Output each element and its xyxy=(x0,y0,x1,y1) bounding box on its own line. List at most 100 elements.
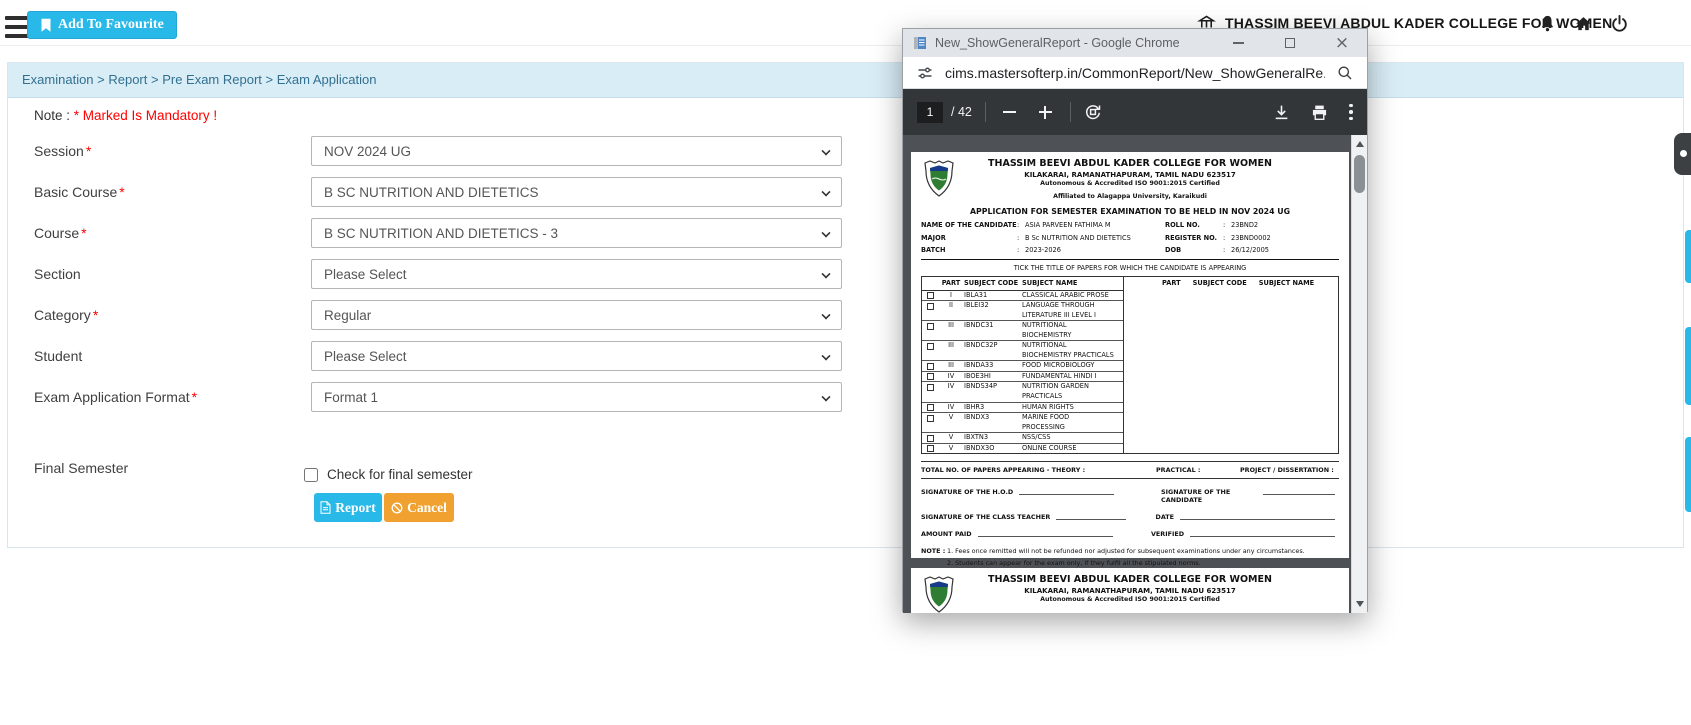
chevron-down-icon xyxy=(821,269,830,278)
college-crest-logo xyxy=(922,575,956,613)
close-button[interactable]: × xyxy=(1327,32,1357,54)
final-semester-checkbox-label: Check for final semester xyxy=(327,467,473,482)
zoom-out-icon[interactable] xyxy=(999,101,1021,123)
subject-row: I IBLA31 CLASSICAL ARABIC PROSE xyxy=(922,291,1123,302)
popup-title-bar[interactable]: New_ShowGeneralReport - Google Chrome × xyxy=(903,29,1367,57)
chevron-down-icon xyxy=(821,392,830,401)
pdf-page-1: THASSIM BEEVI ABDUL KADER COLLEGE FOR WO… xyxy=(911,152,1349,558)
subject-row: V IBNDX3 MARINE FOOD PROCESSING xyxy=(922,413,1123,433)
subject-checkbox xyxy=(927,384,934,391)
scrollbar-thumb xyxy=(1354,155,1365,193)
subject-checkbox xyxy=(927,415,934,422)
signature-row: SIGNATURE OF THE H.O.D SIGNATURE OF THE … xyxy=(921,488,1339,504)
maximize-button[interactable] xyxy=(1275,32,1305,54)
pdf-note-line2: 2. Students can appear for the exam only… xyxy=(947,559,1339,567)
pdf-viewer: THASSIM BEEVI ABDUL KADER COLLEGE FOR WO… xyxy=(903,135,1367,613)
pdf-affiliation: Affiliated to Alagappa University, Karai… xyxy=(921,193,1339,200)
subject-checkbox xyxy=(927,323,934,330)
signature-row: SIGNATURE OF THE CLASS TEACHER DATE xyxy=(921,513,1339,521)
exam-application-panel: Examination > Report > Pre Exam Report >… xyxy=(7,62,1684,548)
final-semester-checkbox[interactable] xyxy=(304,468,318,482)
subject-row: IV IBOE3HI FUNDAMENTAL HINDI I xyxy=(922,372,1123,383)
home-icon[interactable] xyxy=(1574,0,1593,46)
notifications-bell-icon[interactable] xyxy=(1538,0,1557,46)
subject-row: IV IBHR3 HUMAN RIGHTS xyxy=(922,403,1123,414)
chevron-down-icon xyxy=(821,187,830,196)
subject-checkbox xyxy=(927,303,934,310)
floating-side-widget[interactable] xyxy=(1674,133,1691,175)
subject-row: III IBNDA33 FOOD MICROBIOLOGY xyxy=(922,361,1123,372)
course-select[interactable]: B SC NUTRITION AND DIETETICS - 3 xyxy=(311,218,842,248)
subject-checkbox xyxy=(927,292,934,299)
pdf-college-address: KILAKARAI, RAMANATHAPURAM, TAMIL NADU 62… xyxy=(921,587,1339,595)
power-logout-icon[interactable] xyxy=(1610,0,1629,46)
pdf-scrollbar[interactable] xyxy=(1351,135,1367,613)
pdf-accreditation: Autonomous & Accredited ISO 9001:2015 Ce… xyxy=(921,596,1339,603)
subject-checkbox xyxy=(927,435,934,442)
minimize-button[interactable] xyxy=(1223,32,1253,54)
college-crest-logo xyxy=(922,159,956,199)
report-button[interactable]: Report xyxy=(314,493,382,522)
section-select[interactable]: Please Select xyxy=(311,259,842,289)
subject-row: III IBNDC31 NUTRITIONAL BIOCHEMISTRY xyxy=(922,321,1123,341)
pdf-college-name: THASSIM BEEVI ABDUL KADER COLLEGE FOR WO… xyxy=(921,158,1339,169)
subject-checkbox xyxy=(927,445,934,452)
rotate-icon[interactable] xyxy=(1084,103,1102,121)
subject-row: IV IBNDS34P NUTRITION GARDEN PRACTICALS xyxy=(922,382,1123,402)
category-label: Category* xyxy=(34,307,98,323)
totals-row: TOTAL NO. OF PAPERS APPEARING - THEORY :… xyxy=(921,461,1339,479)
pdf-page-2: THASSIM BEEVI ABDUL KADER COLLEGE FOR WO… xyxy=(911,568,1349,613)
subject-row: V IBNDX3O ONLINE COURSE xyxy=(922,444,1123,454)
bookmark-icon xyxy=(40,18,52,33)
popup-url: cims.mastersofterp.in/CommonReport/New_S… xyxy=(945,65,1325,81)
subjects-table: PART SUBJECT CODE SUBJECT NAME I IBLA31 … xyxy=(921,276,1339,454)
tick-instruction: TICK THE TITLE OF PAPERS FOR WHICH THE C… xyxy=(921,264,1339,272)
pdf-note-line1: NOTE : 1. Fees once remitted will not be… xyxy=(921,547,1339,555)
pdf-application-title: APPLICATION FOR SEMESTER EXAMINATION TO … xyxy=(921,207,1339,216)
exam-application-format-label: Exam Application Format* xyxy=(34,389,197,405)
category-select[interactable]: Regular xyxy=(311,300,842,330)
add-to-favourite-button[interactable]: Add To Favourite xyxy=(27,11,177,39)
floating-quick-tab[interactable] xyxy=(1685,230,1691,283)
scroll-down-icon xyxy=(1356,601,1364,607)
add-to-favourite-label: Add To Favourite xyxy=(58,17,164,33)
zoom-in-icon[interactable] xyxy=(1035,101,1057,123)
chevron-down-icon xyxy=(821,146,830,155)
print-icon[interactable] xyxy=(1311,104,1328,121)
subject-checkbox xyxy=(927,404,934,411)
session-label: Session* xyxy=(34,143,91,159)
basic-course-select[interactable]: B SC NUTRITION AND DIETETICS xyxy=(311,177,842,207)
cancel-button[interactable]: Cancel xyxy=(384,493,454,522)
pdf-accreditation: Autonomous & Accredited ISO 9001:2015 Ce… xyxy=(921,180,1339,187)
subject-checkbox xyxy=(927,373,934,380)
chevron-down-icon xyxy=(821,228,830,237)
basic-course-label: Basic Course* xyxy=(34,184,125,200)
final-semester-label: Final Semester xyxy=(34,460,128,476)
tune-icon[interactable] xyxy=(917,65,933,81)
signature-row: AMOUNT PAID VERIFIED xyxy=(921,530,1339,538)
report-file-icon xyxy=(320,501,331,514)
floating-quick-tab[interactable] xyxy=(1685,327,1691,405)
download-icon[interactable] xyxy=(1273,104,1290,121)
floating-quick-tab[interactable] xyxy=(1685,437,1691,512)
student-select[interactable]: Please Select xyxy=(311,341,842,371)
pdf-page-number-input[interactable]: 1 xyxy=(917,102,943,123)
popup-window-title: New_ShowGeneralReport - Google Chrome xyxy=(935,36,1215,50)
cancel-button-label: Cancel xyxy=(407,500,447,516)
scroll-up-icon xyxy=(1356,141,1364,147)
chevron-down-icon xyxy=(821,351,830,360)
section-label: Section xyxy=(34,266,81,282)
candidate-info: NAME OF THE CANDIDATE:ASIA PARVEEN FATHI… xyxy=(921,221,1339,254)
mandatory-note: Note : * Marked Is Mandatory ! xyxy=(34,108,217,123)
search-icon[interactable] xyxy=(1337,65,1353,81)
session-select[interactable]: NOV 2024 UG xyxy=(311,136,842,166)
report-button-label: Report xyxy=(335,500,376,516)
exam-application-format-select[interactable]: Format 1 xyxy=(311,382,842,412)
subject-checkbox xyxy=(927,363,934,370)
subject-row: II IBLEI32 LANGUAGE THROUGH LITERATURE I… xyxy=(922,301,1123,321)
pdf-college-address: KILAKARAI, RAMANATHAPURAM, TAMIL NADU 62… xyxy=(921,171,1339,179)
pdf-page-total: / 42 xyxy=(951,105,972,119)
page-document-icon xyxy=(913,36,927,50)
kebab-menu-icon[interactable] xyxy=(1349,104,1353,121)
popup-address-bar[interactable]: cims.mastersofterp.in/CommonReport/New_S… xyxy=(903,57,1367,89)
